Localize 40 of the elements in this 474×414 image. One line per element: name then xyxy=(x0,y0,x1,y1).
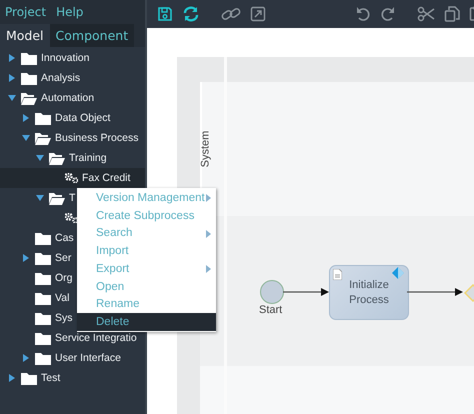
tree-item-label: Test xyxy=(41,372,60,384)
tree-item-label: T xyxy=(69,192,76,204)
node-label: Initialize Process xyxy=(348,278,390,308)
tree-item-label: Training xyxy=(69,152,107,164)
tree-row[interactable]: Business Process xyxy=(0,128,138,148)
tree-row[interactable]: Training xyxy=(0,148,107,168)
tree-item-label: Cas xyxy=(55,232,74,244)
menu-item[interactable]: Help xyxy=(56,5,84,19)
tree-item-label: Fax Credit xyxy=(82,172,130,184)
tree-row[interactable]: Org xyxy=(0,268,73,288)
tree-row[interactable]: Automation xyxy=(0,88,94,108)
tree-item-label: Automation xyxy=(41,92,94,104)
tree-row[interactable]: Ser xyxy=(0,248,72,268)
node-label: Start xyxy=(259,304,282,316)
tree-row[interactable]: Analysis xyxy=(0,68,80,88)
tree-row[interactable]: Cas xyxy=(0,228,74,248)
tree-item-label: Val xyxy=(55,292,70,304)
tree-row[interactable]: T xyxy=(0,188,76,208)
menu-item[interactable]: Project xyxy=(5,5,46,19)
tab[interactable]: Component xyxy=(50,24,134,47)
tree-row[interactable]: Data Object xyxy=(0,108,110,128)
tree-item-label: Org xyxy=(55,272,73,284)
lane-label: System xyxy=(199,130,212,168)
tree-item-label: Sys xyxy=(55,312,73,324)
tree-row[interactable]: User Interface xyxy=(0,348,121,368)
tree-item-label: Analysis xyxy=(41,72,80,84)
tree-row[interactable]: Sys xyxy=(0,308,73,328)
tab[interactable]: Model xyxy=(0,24,50,47)
tree-item-label: Business Process xyxy=(55,132,138,144)
tree-row[interactable]: Val xyxy=(0,288,70,308)
tree-row[interactable]: Fax Credit xyxy=(0,168,145,188)
tree-item-label: Data Object xyxy=(55,112,110,124)
tree-item-label: Service Integratio xyxy=(55,332,137,344)
context-menu-item[interactable]: Delete xyxy=(77,313,216,331)
tree-row[interactable]: Test xyxy=(0,368,60,388)
tree-item-label: Ser xyxy=(55,252,72,264)
tree-row[interactable]: Service Integratio xyxy=(0,328,137,348)
tree-item-label: Innovation xyxy=(41,52,90,64)
tree-row[interactable]: Innovation xyxy=(0,48,90,68)
tree-item-label: User Interface xyxy=(55,352,121,364)
